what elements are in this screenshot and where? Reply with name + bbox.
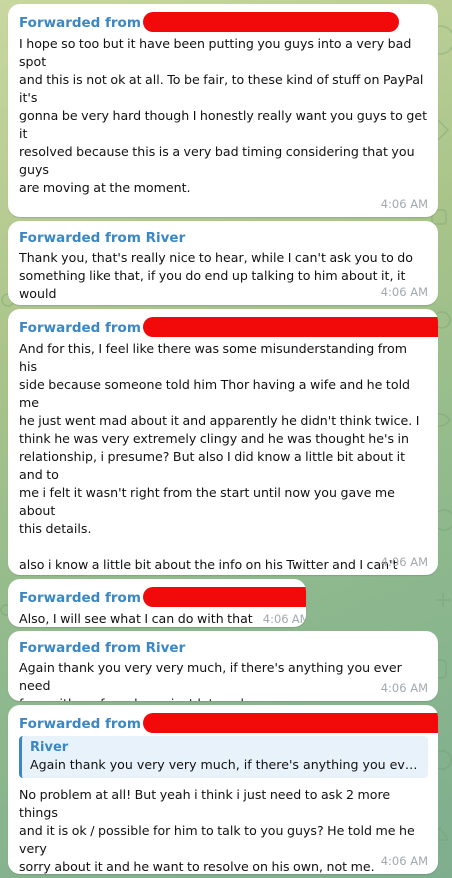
message-bubble[interactable]: Forwarded from Also, I will see what I c… <box>8 579 306 627</box>
redacted-sender-name <box>142 12 399 32</box>
forwarded-header[interactable]: Forwarded from River <box>19 640 428 657</box>
message-text: No problem at all! But yeah i think i ju… <box>19 787 415 874</box>
forwarded-header[interactable]: Forwarded from <box>19 12 428 33</box>
forwarded-header[interactable]: Forwarded from <box>19 587 306 608</box>
message-text: I hope so too but it have been putting y… <box>19 36 428 217</box>
message-text: Also, I will see what I can do with that <box>19 611 253 626</box>
redacted-sender-name <box>142 317 438 337</box>
forwarded-label: Forwarded from <box>19 640 141 656</box>
message-bubble[interactable]: Forwarded from River Again thank you ver… <box>8 705 438 874</box>
forwarded-sender-name[interactable]: River <box>146 640 186 656</box>
message-timestamp: 4:06 AM <box>380 555 428 569</box>
forwarded-label: Forwarded from <box>19 320 141 336</box>
message-list[interactable]: Forwarded from I hope so too but it have… <box>0 0 452 878</box>
forwarded-header[interactable]: Forwarded from <box>19 713 438 734</box>
message-bubble[interactable]: Forwarded from River Thank you, that's r… <box>8 221 438 305</box>
message-timestamp: 4:06 AM <box>262 612 306 626</box>
forwarded-header[interactable]: Forwarded from <box>19 317 438 338</box>
reply-quote[interactable]: River Again thank you very very much, if… <box>19 736 428 778</box>
redacted-sender-name <box>142 713 438 733</box>
message-timestamp: 4:06 AM <box>380 285 428 299</box>
forwarded-label: Forwarded from <box>19 15 141 31</box>
forwarded-sender-name[interactable]: River <box>146 230 186 246</box>
forwarded-label: Forwarded from <box>19 716 141 732</box>
message-timestamp: 4:06 AM <box>380 854 428 868</box>
message-text: Thank you, that's really nice to hear, w… <box>19 250 414 305</box>
message-bubble[interactable]: Forwarded from I hope so too but it have… <box>8 4 438 217</box>
message-text: Again thank you very very much, if there… <box>19 660 402 701</box>
reply-author: River <box>30 740 69 755</box>
message-bubble[interactable]: Forwarded from And for this, I feel like… <box>8 309 438 575</box>
message-bubble[interactable]: Forwarded from River Again thank you ver… <box>8 631 438 701</box>
redacted-sender-name <box>142 587 306 607</box>
reply-text: Again thank you very very much, if there… <box>30 757 420 772</box>
forwarded-label: Forwarded from <box>19 590 141 606</box>
forwarded-header[interactable]: Forwarded from River <box>19 230 428 247</box>
message-timestamp: 4:06 AM <box>380 681 428 695</box>
message-text-row: Also, I will see what I can do with that… <box>19 610 306 627</box>
message-timestamp: 4:06 AM <box>380 197 428 211</box>
message-text: And for this, I feel like there was some… <box>19 341 420 572</box>
forwarded-label: Forwarded from <box>19 230 141 246</box>
